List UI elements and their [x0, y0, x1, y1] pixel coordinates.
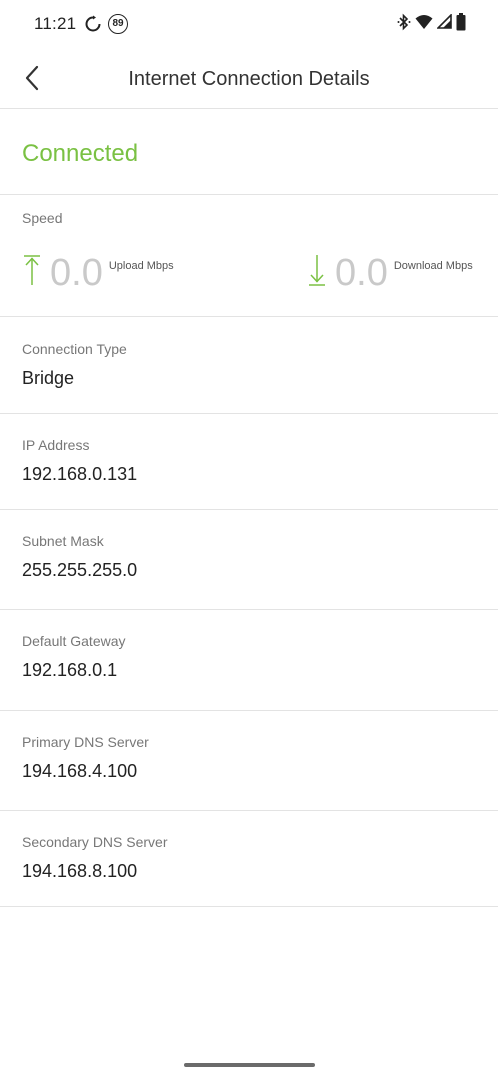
system-status-icons	[397, 12, 466, 36]
download-speed: 0.0 Download Mbps	[307, 252, 473, 294]
download-arrow-icon	[307, 252, 327, 288]
status-bar: 11:21 89	[0, 0, 498, 50]
home-indicator[interactable]	[184, 1063, 315, 1067]
detail-label: Secondary DNS Server	[22, 834, 168, 850]
upload-speed: 0.0 Upload Mbps	[22, 252, 174, 294]
download-speed-unit: Download Mbps	[393, 260, 473, 272]
detail-value: 255.255.255.0	[22, 560, 138, 580]
detail-label: IP Address	[22, 437, 90, 453]
upload-speed-unit: Upload Mbps	[108, 260, 174, 272]
detail-value: 192.168.0.131	[22, 464, 138, 484]
detail-row-ip-address: IP Address 192.168.0.131	[0, 415, 498, 510]
detail-label: Default Gateway	[22, 633, 126, 649]
detail-row-subnet-mask: Subnet Mask 255.255.255.0	[0, 511, 498, 610]
bluetooth-icon	[397, 13, 411, 36]
speed-section: Speed 0.0 Upload Mbps 0.0 Download Mbps	[0, 196, 498, 317]
notification-count-badge: 89	[108, 14, 128, 34]
detail-label: Primary DNS Server	[22, 734, 149, 750]
app-header: Internet Connection Details	[0, 50, 498, 109]
page-title: Internet Connection Details	[128, 68, 370, 90]
connection-status-text: Connected	[22, 140, 139, 167]
detail-value: 192.168.0.1	[22, 660, 118, 680]
detail-value: 194.168.4.100	[22, 761, 138, 781]
battery-icon	[456, 12, 466, 36]
detail-row-primary-dns: Primary DNS Server 194.168.4.100	[0, 712, 498, 811]
detail-value: 194.168.8.100	[22, 861, 138, 881]
upload-speed-value: 0.0	[50, 252, 103, 294]
upload-arrow-icon	[22, 252, 42, 288]
detail-row-connection-type: Connection Type Bridge	[0, 318, 498, 414]
status-time: 11:21	[34, 14, 77, 33]
detail-label: Subnet Mask	[22, 533, 104, 549]
detail-label: Connection Type	[22, 341, 127, 357]
sync-icon	[84, 15, 102, 33]
detail-row-default-gateway: Default Gateway 192.168.0.1	[0, 611, 498, 711]
detail-value: Bridge	[22, 368, 75, 388]
cellular-signal-icon	[436, 13, 452, 34]
detail-row-secondary-dns: Secondary DNS Server 194.168.8.100	[0, 812, 498, 907]
wifi-icon	[415, 14, 433, 35]
connection-status-section: Connected	[0, 110, 498, 195]
speed-label: Speed	[22, 210, 63, 226]
download-speed-value: 0.0	[335, 252, 388, 294]
